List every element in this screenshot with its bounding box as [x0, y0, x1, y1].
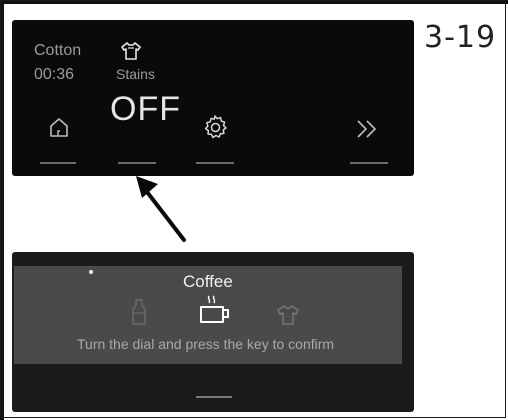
touch-bar-4[interactable] — [350, 162, 388, 164]
touch-bar-2[interactable] — [118, 162, 156, 164]
option-label: Stains — [116, 66, 155, 82]
pointer-arrow — [136, 176, 186, 242]
figure-number: 3-19 — [424, 20, 497, 55]
remaining-time: 00:36 — [34, 66, 75, 83]
display-top-content: Cotton 00:36 Stains OFF — [12, 20, 414, 176]
home-icon[interactable] — [48, 116, 70, 138]
gear-icon[interactable] — [202, 114, 228, 140]
touch-bar-1[interactable] — [40, 162, 76, 164]
program-name: Cotton — [34, 42, 82, 59]
selected-program-title: Coffee — [183, 272, 233, 291]
bottle-icon — [132, 299, 146, 325]
shirt-icon — [121, 42, 141, 60]
coffee-cup-icon[interactable] — [196, 294, 232, 326]
option-value: OFF — [110, 90, 181, 128]
touch-bar-3[interactable] — [196, 162, 234, 164]
double-chevron-right-icon[interactable] — [354, 118, 380, 140]
shirt-icon — [277, 305, 299, 325]
indicator-dot — [89, 270, 93, 274]
instruction-text: Turn the dial and press the key to confi… — [77, 336, 335, 352]
touch-bar-confirm[interactable] — [196, 396, 232, 398]
